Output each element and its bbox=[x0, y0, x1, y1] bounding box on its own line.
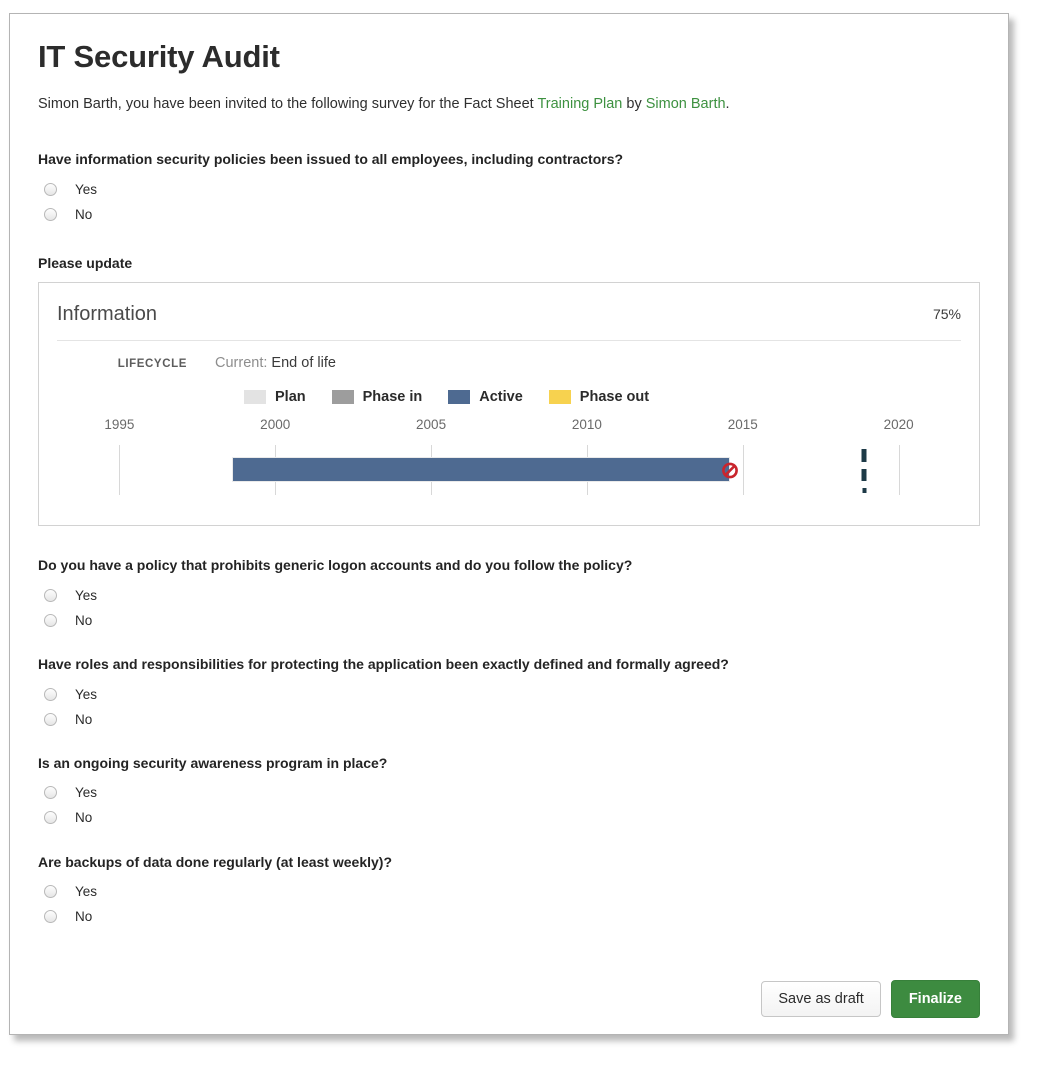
radio-button[interactable] bbox=[44, 613, 57, 627]
axis-tick-label: 2015 bbox=[727, 417, 758, 433]
option-label: No bbox=[75, 711, 93, 727]
question-label-4: Is an ongoing security awareness program… bbox=[38, 755, 388, 772]
legend-label: Phase out bbox=[579, 389, 650, 406]
question-2-option-yes[interactable]: Yes bbox=[38, 584, 980, 606]
radio-button[interactable] bbox=[44, 811, 57, 825]
legend-swatch-icon bbox=[331, 390, 354, 405]
radio-button[interactable] bbox=[44, 588, 57, 602]
timeline-axis: 1995 2000 2005 2010 2015 2020 bbox=[57, 417, 961, 437]
intro-suffix: . bbox=[725, 96, 730, 113]
axis-tick-label: 1995 bbox=[104, 417, 135, 433]
timeline-plot bbox=[57, 445, 961, 496]
question-1-option-no[interactable]: No bbox=[38, 203, 980, 225]
option-label: Yes bbox=[75, 587, 98, 603]
legend-label: Active bbox=[479, 389, 523, 406]
end-of-life-icon bbox=[722, 462, 739, 479]
page-title: IT Security Audit bbox=[38, 39, 280, 74]
radio-button[interactable] bbox=[44, 885, 57, 899]
question-block-5: Are backups of data done regularly (at l… bbox=[38, 853, 980, 928]
lifecycle-current-prefix: Current: bbox=[215, 355, 268, 372]
intro-middle: by bbox=[622, 96, 646, 113]
radio-button[interactable] bbox=[44, 687, 57, 701]
question-2-option-no[interactable]: No bbox=[38, 609, 980, 631]
legend-label: Plan bbox=[275, 389, 306, 406]
axis-tick-label: 2010 bbox=[571, 417, 602, 433]
question-4-option-no[interactable]: No bbox=[38, 807, 980, 829]
axis-tick-label: 2020 bbox=[883, 417, 914, 433]
question-label-5: Are backups of data done regularly (at l… bbox=[38, 853, 392, 870]
save-as-draft-button[interactable]: Save as draft bbox=[761, 980, 881, 1017]
question-block-2: Do you have a policy that prohibits gene… bbox=[38, 556, 980, 631]
legend-swatch-icon bbox=[448, 390, 471, 405]
radio-button[interactable] bbox=[44, 910, 57, 924]
question-block-4: Is an ongoing security awareness program… bbox=[38, 754, 980, 829]
lifecycle-row: LIFECYCLE Current: End of life bbox=[39, 341, 979, 371]
survey-page: IT Security Audit Simon Barth, you have … bbox=[0, 0, 1038, 1072]
lifecycle-current-phase: End of life bbox=[271, 355, 336, 372]
intro-prefix: Simon Barth, you have been invited to th… bbox=[38, 96, 538, 113]
axis-gridline bbox=[742, 445, 744, 496]
axis-gridline bbox=[119, 445, 121, 496]
option-label: Yes bbox=[75, 785, 98, 801]
axis-gridline bbox=[898, 445, 900, 496]
lifecycle-legend: Plan Phase in Active Phase out bbox=[244, 389, 979, 405]
legend-item-active: Active bbox=[448, 389, 523, 405]
survey-intro-text: Simon Barth, you have been invited to th… bbox=[38, 94, 980, 114]
radio-button[interactable] bbox=[44, 182, 57, 196]
question-label-3: Have roles and responsibilities for prot… bbox=[38, 656, 729, 673]
completion-percentage: 75% bbox=[932, 306, 961, 323]
legend-swatch-icon bbox=[548, 390, 571, 405]
radio-button[interactable] bbox=[44, 786, 57, 800]
form-footer: Save as draft Finalize bbox=[38, 952, 980, 1048]
lifecycle-bar-active bbox=[231, 457, 731, 483]
question-3-option-yes[interactable]: Yes bbox=[38, 683, 980, 705]
fact-sheet-link[interactable]: Training Plan bbox=[537, 96, 622, 112]
radio-button[interactable] bbox=[44, 207, 57, 221]
information-card-header: Information 75% bbox=[39, 283, 979, 326]
survey-author-link[interactable]: Simon Barth bbox=[646, 96, 726, 112]
question-5-option-yes[interactable]: Yes bbox=[38, 881, 980, 903]
axis-tick-label: 2005 bbox=[416, 417, 447, 433]
information-card: Information 75% LIFECYCLE Current: End o… bbox=[38, 282, 980, 527]
option-label: No bbox=[75, 909, 93, 925]
legend-label: Phase in bbox=[362, 389, 423, 406]
update-section-label: Please update bbox=[38, 255, 133, 272]
survey-card: IT Security Audit Simon Barth, you have … bbox=[9, 13, 1009, 1035]
legend-swatch-icon bbox=[244, 390, 266, 405]
question-label-1: Have information security policies been … bbox=[38, 151, 624, 168]
radio-button[interactable] bbox=[44, 712, 57, 726]
axis-tick-label: 2000 bbox=[260, 417, 291, 433]
legend-item-phase-out: Phase out bbox=[548, 389, 650, 406]
information-card-title: Information bbox=[57, 303, 158, 326]
lifecycle-current-value: Current: End of life bbox=[215, 355, 336, 371]
legend-item-plan: Plan bbox=[244, 389, 306, 405]
question-4-option-yes[interactable]: Yes bbox=[38, 782, 980, 804]
question-label-2: Do you have a policy that prohibits gene… bbox=[38, 557, 633, 574]
option-label: Yes bbox=[75, 686, 98, 702]
question-block-1: Have information security policies been … bbox=[38, 150, 980, 225]
legend-item-phase-in: Phase in bbox=[331, 389, 423, 406]
option-label: No bbox=[75, 810, 93, 826]
today-marker bbox=[861, 449, 867, 494]
option-label: No bbox=[75, 206, 93, 222]
lifecycle-field-label: LIFECYCLE bbox=[117, 358, 187, 371]
question-1-option-yes[interactable]: Yes bbox=[38, 178, 980, 200]
question-3-option-no[interactable]: No bbox=[38, 708, 980, 730]
finalize-button[interactable]: Finalize bbox=[890, 979, 980, 1018]
lifecycle-timeline-chart: 1995 2000 2005 2010 2015 2020 bbox=[57, 417, 961, 503]
question-block-3: Have roles and responsibilities for prot… bbox=[38, 655, 980, 730]
option-label: No bbox=[75, 612, 93, 628]
question-5-option-no[interactable]: No bbox=[38, 906, 980, 928]
option-label: Yes bbox=[75, 884, 98, 900]
option-label: Yes bbox=[75, 181, 98, 197]
